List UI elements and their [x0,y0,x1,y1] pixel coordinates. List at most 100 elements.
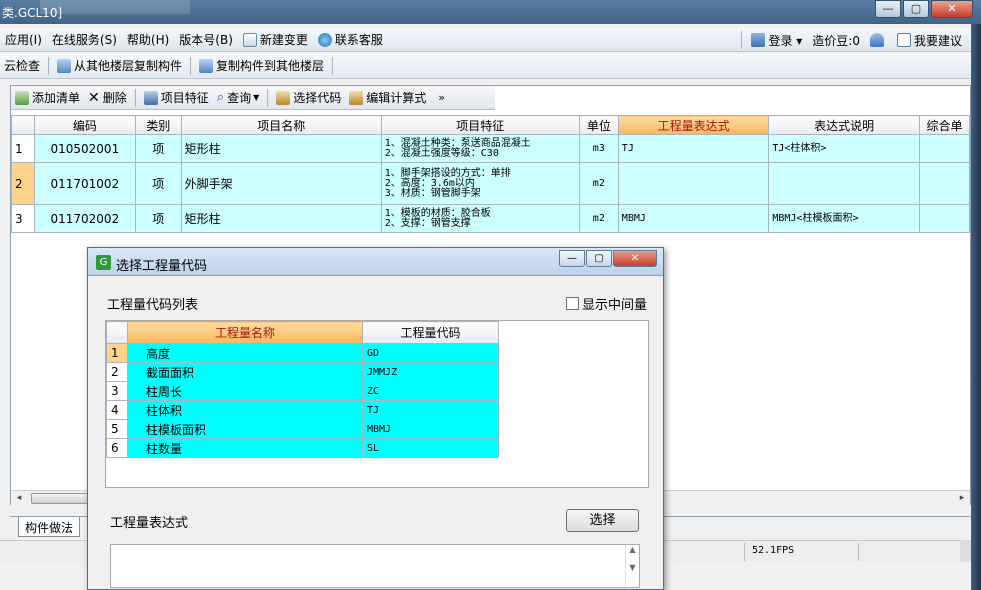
feature-cell[interactable]: 1、脚手架搭设的方式：单排 2、高度：3.6m以内 3、材质：钢管脚手架 [380,162,580,205]
unit-cell[interactable]: m3 [578,134,619,163]
dialog-close-button[interactable]: ✕ [613,250,657,267]
query-button[interactable]: ⌕ 查询 ▼ [213,89,263,106]
quantity-code[interactable]: SL [362,438,499,458]
type-cell[interactable]: 项 [134,134,182,163]
checkbox-box[interactable] [566,297,579,310]
item-features-button[interactable]: 项目特征 [140,89,213,106]
type-cell[interactable]: 项 [134,204,182,233]
unit-cell[interactable]: m2 [578,204,619,233]
delete-button[interactable]: ✕ 删除 [84,89,131,106]
column-header[interactable]: 工程量代码 [362,321,499,344]
select-button[interactable]: 选择 [566,509,639,532]
column-header[interactable]: 类别 [134,115,182,135]
code-row[interactable]: 1 高度 GD [106,343,499,363]
quantity-name[interactable]: 高度 [127,343,363,363]
column-header[interactable]: 单位 [578,115,619,135]
column-header[interactable]: 表达式说明 [768,115,920,135]
feature-cell[interactable]: 1、模板的材质：胶合板 2、支撑：钢管支撑 [380,204,580,233]
suggest-button[interactable]: 我要建议 [892,32,967,49]
price-cell[interactable] [918,204,971,233]
cloud-check-button[interactable]: 云检查 [0,57,44,74]
menu-online-service[interactable]: 在线服务(S) [47,31,122,48]
table-header-row: 编码 类别 项目名称 项目特征 单位 工程量表达式 表达式说明 综合单 [11,115,971,135]
row-number[interactable]: 5 [106,419,128,439]
table-row[interactable]: 1 010502001 项 矩形柱 1、混凝土种类：泵送商品混凝土 2、混凝土强度… [11,134,971,163]
tab-component-method[interactable]: 构件做法 [18,517,81,537]
close-button[interactable]: ✕ [931,0,973,18]
desc-cell[interactable]: TJ<柱体积> [768,134,920,163]
column-header[interactable]: 编码 [33,115,136,135]
menu-version[interactable]: 版本号(B) [174,31,238,48]
scroll-left-icon[interactable]: ◂ [11,491,27,506]
feature-cell[interactable]: 1、混凝土种类：泵送商品混凝土 2、混凝土强度等级：C30 [380,134,580,163]
add-list-button[interactable]: 添加清单 [11,89,84,106]
row-number[interactable]: 1 [11,134,35,163]
quantity-code[interactable]: JMMJZ [362,362,499,382]
scroll-thumb[interactable] [31,493,93,504]
quantity-code[interactable]: ZC [362,381,499,401]
row-number-selected[interactable]: 2 [11,162,35,205]
column-header[interactable]: 项目特征 [380,115,580,135]
expression-input[interactable]: ▲ ▼ [110,544,640,588]
column-header[interactable]: 综合单 [918,115,971,135]
row-number[interactable]: 2 [106,362,128,382]
quantity-code[interactable]: MBMJ [362,419,499,439]
dialog-maximize-button[interactable]: ▢ [586,250,612,267]
desc-cell[interactable]: MBMJ<柱模板面积> [768,204,920,233]
copy-from-floor-button[interactable]: 从其他楼层复制构件 [53,57,186,74]
price-cell[interactable] [918,162,971,205]
expr-cell[interactable]: TJ [617,134,770,163]
code-cell[interactable]: 011701002 [33,162,136,205]
type-cell[interactable]: 项 [134,162,182,205]
window-titlebar: 类.GCL10] — ▢ ✕ [0,0,981,24]
row-number-selected[interactable]: 1 [106,343,128,363]
table-row[interactable]: 2 011701002 项 外脚手架 1、脚手架搭设的方式：单排 2、高度：3.6… [11,162,971,205]
expr-cell[interactable] [617,162,770,205]
column-header[interactable]: 项目名称 [180,115,382,135]
menu-help[interactable]: 帮助(H) [122,31,174,48]
column-header-active[interactable]: 工程量名称 [127,321,363,344]
code-cell[interactable]: 010502001 [33,134,136,163]
login-menu[interactable]: 登录 ▾ [746,32,807,49]
show-intermediate-checkbox[interactable]: 显示中间量 [566,294,647,313]
desc-cell[interactable] [768,162,920,205]
quantity-code[interactable]: TJ [362,400,499,420]
expr-cell[interactable]: MBMJ [617,204,770,233]
column-header-active[interactable]: 工程量表达式 [617,115,770,135]
code-row[interactable]: 5 柱模板面积 MBMJ [106,419,499,439]
quantity-name[interactable]: 截面面积 [127,362,363,382]
code-cell[interactable]: 011702002 [33,204,136,233]
menu-contact-service[interactable]: 联系客服 [313,31,388,48]
name-cell[interactable]: 矩形柱 [180,134,382,163]
edit-formula-button[interactable]: 编辑计算式 [345,89,430,106]
row-number[interactable]: 3 [106,381,128,401]
notification-button[interactable] [865,33,892,47]
name-cell[interactable]: 矩形柱 [180,204,382,233]
select-code-button[interactable]: 选择代码 [272,89,345,106]
code-row[interactable]: 6 柱数量 SL [106,438,499,458]
code-row[interactable]: 4 柱体积 TJ [106,400,499,420]
toolbar-overflow-button[interactable]: » [438,91,445,104]
quantity-name[interactable]: 柱体积 [127,400,363,420]
code-row[interactable]: 3 柱周长 ZC [106,381,499,401]
row-number[interactable]: 4 [106,400,128,420]
scroll-right-icon[interactable]: ▸ [954,491,970,506]
quantity-code[interactable]: GD [362,343,499,363]
maximize-button[interactable]: ▢ [903,0,929,18]
menu-app[interactable]: 应用(I) [0,31,47,48]
quantity-name[interactable]: 柱模板面积 [127,419,363,439]
expression-scrollbar[interactable]: ▲ ▼ [625,545,639,587]
unit-cell[interactable]: m2 [578,162,619,205]
name-cell[interactable]: 外脚手架 [180,162,382,205]
table-row[interactable]: 3 011702002 项 矩形柱 1、模板的材质：胶合板 2、支撑：钢管支撑 m… [11,204,971,233]
dialog-minimize-button[interactable]: — [559,250,585,267]
copy-to-floor-button[interactable]: 复制构件到其他楼层 [195,57,328,74]
row-number[interactable]: 3 [11,204,35,233]
minimize-button[interactable]: — [875,0,901,18]
quantity-name[interactable]: 柱数量 [127,438,363,458]
quantity-name[interactable]: 柱周长 [127,381,363,401]
price-cell[interactable] [918,134,971,163]
menu-new-change[interactable]: 新建变更 [238,31,313,48]
row-number[interactable]: 6 [106,438,128,458]
code-row[interactable]: 2 截面面积 JMMJZ [106,362,499,382]
